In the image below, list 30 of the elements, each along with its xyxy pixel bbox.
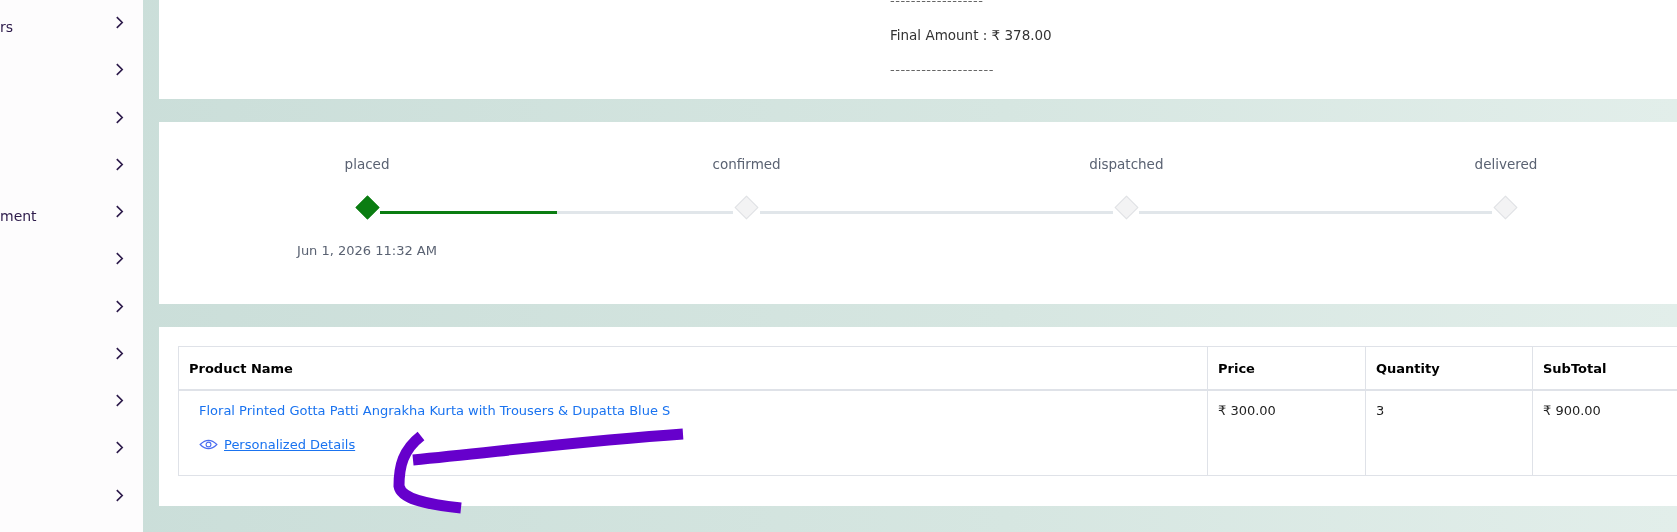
step-label: dispatched xyxy=(1089,156,1164,172)
final-amount: Final Amount : ₹ 378.00 xyxy=(890,27,1052,43)
dashed-divider: -------------------- xyxy=(890,63,995,77)
chevron-right-icon[interactable] xyxy=(115,394,124,408)
chevron-right-icon[interactable] xyxy=(115,110,124,124)
sidebar-item[interactable]: ment xyxy=(0,208,37,225)
chevron-right-icon[interactable] xyxy=(115,16,124,29)
chevron-right-icon[interactable] xyxy=(115,205,124,219)
chevron-right-icon[interactable] xyxy=(115,346,124,360)
column-header: Product Name xyxy=(178,346,1208,390)
column-header: Price xyxy=(1207,346,1366,390)
step-label: confirmed xyxy=(712,156,781,172)
step-label: delivered xyxy=(1474,156,1538,172)
product-link[interactable]: Floral Printed Gotta Patti Angrakha Kurta with Trousers & Dupatta Blue S xyxy=(199,403,671,418)
chevron-right-icon[interactable] xyxy=(115,63,124,77)
chevron-right-icon[interactable] xyxy=(115,488,124,502)
table-cell: ₹ 300.00 xyxy=(1207,390,1366,475)
chevron-right-icon[interactable] xyxy=(115,299,124,313)
column-header: Quantity xyxy=(1365,346,1533,390)
sidebar-item[interactable]: rs xyxy=(0,19,14,35)
step-date: Jun 1, 2026 11:32 AM xyxy=(297,243,437,258)
step-label: placed xyxy=(344,156,390,172)
table-cell: 3 xyxy=(1365,390,1533,475)
chevron-right-icon[interactable] xyxy=(115,441,124,455)
chevron-right-icon[interactable] xyxy=(115,252,124,266)
personalized-details-link[interactable]: Personalized Details xyxy=(224,437,356,452)
column-header: SubTotal xyxy=(1532,346,1677,390)
eye-icon xyxy=(199,438,218,451)
dashed-divider: ------------------ xyxy=(890,0,985,8)
chevron-right-icon[interactable] xyxy=(115,157,124,171)
